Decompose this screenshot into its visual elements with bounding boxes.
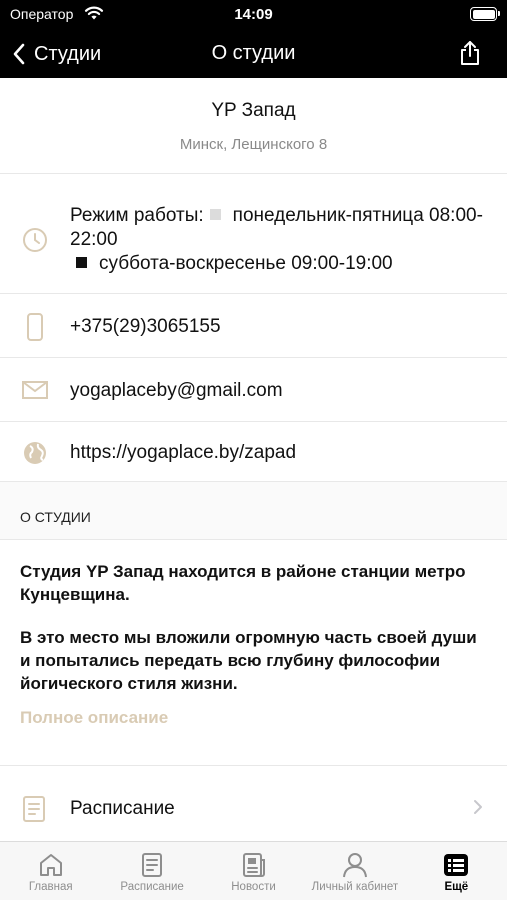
tab-more-label: Ещё [444, 881, 469, 893]
tab-schedule[interactable]: Расписание [101, 842, 202, 900]
clock-icon [23, 228, 47, 252]
tab-schedule-label: Расписание [120, 881, 184, 893]
news-icon [242, 853, 265, 877]
about-description: Студия YP Запад находится в районе станц… [20, 560, 490, 695]
website-row[interactable]: https://yogaplace.by/zapad [0, 423, 507, 482]
phone-row[interactable]: +375(29)3065155 [0, 295, 507, 358]
envelope-icon [22, 381, 48, 399]
full-description-link[interactable]: Полное описание [20, 708, 168, 728]
more-icon [444, 854, 469, 876]
schedule-icon [142, 853, 163, 877]
document-icon [23, 796, 45, 822]
status-bar: Оператор 14:09 [0, 0, 507, 30]
tab-more[interactable]: Ещё [406, 842, 507, 900]
email-row[interactable]: yogaplaceby@gmail.com [0, 359, 507, 422]
studio-address: Минск, Лещинского 8 [179, 136, 328, 153]
home-icon [39, 854, 62, 876]
chevron-right-icon [474, 800, 482, 814]
tab-bar: Главная Расписание Новости Личный кабине… [0, 841, 507, 900]
email-address[interactable]: yogaplaceby@gmail.com [70, 379, 489, 403]
working-hours-label: Режим работы: [70, 205, 204, 226]
tab-news[interactable]: Новости [203, 842, 304, 900]
person-icon [342, 853, 367, 878]
weekday-bullet [209, 209, 221, 220]
tab-home-label: Главная [28, 881, 73, 893]
page-title: О студии [211, 42, 296, 64]
studio-header: YP Запад Минск, Лещинского 8 [0, 78, 507, 174]
tab-home[interactable]: Главная [0, 842, 101, 900]
website-url[interactable]: https://yogaplace.by/zapad [70, 441, 489, 465]
about-paragraph-2: В это место мы вложили огромную часть св… [20, 628, 477, 693]
working-hours-row: Режим работы: понедельник-пятница 08:00-2… [0, 175, 507, 294]
tab-profile[interactable]: Личный кабинет [304, 842, 405, 900]
weekend-hours: суббота-воскресенье 09:00-19:00 [99, 253, 393, 274]
schedule-row[interactable]: Расписание [0, 765, 507, 841]
phone-number[interactable]: +375(29)3065155 [70, 315, 489, 339]
share-icon[interactable] [459, 40, 481, 66]
about-section-header: О СТУДИИ [0, 482, 507, 540]
weekend-bullet [76, 257, 87, 268]
navigation-bar: Студии О студии [0, 30, 507, 78]
schedule-label: Расписание [70, 798, 175, 819]
about-paragraph-1: Студия YP Запад находится в районе станц… [20, 562, 466, 604]
studio-name: YP Запад [211, 100, 296, 121]
phone-icon [27, 313, 43, 341]
working-hours-text: Режим работы: понедельник-пятница 08:00-2… [70, 204, 489, 276]
tab-profile-label: Личный кабинет [311, 881, 399, 893]
globe-icon [24, 442, 46, 464]
battery-icon [470, 7, 500, 21]
about-section-title: О СТУДИИ [20, 509, 91, 525]
tab-news-label: Новости [231, 881, 276, 893]
status-time: 14:09 [234, 6, 273, 23]
